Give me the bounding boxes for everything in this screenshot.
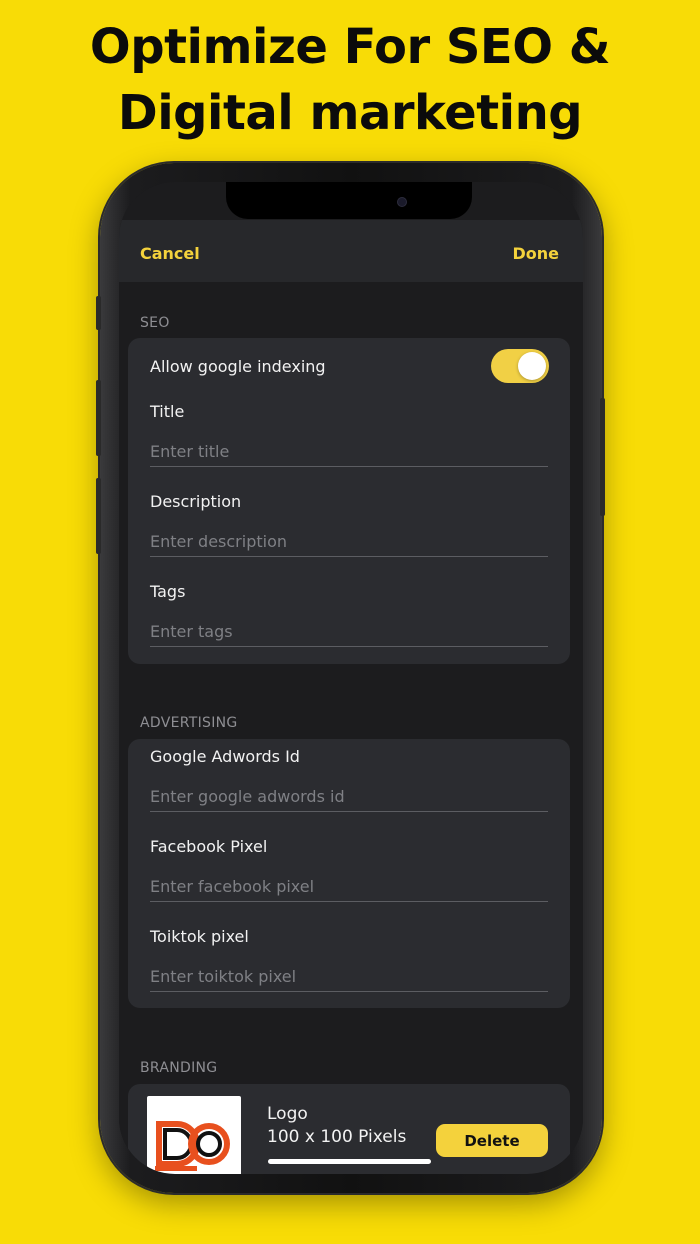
title-label: Title — [150, 402, 185, 421]
google-indexing-toggle[interactable] — [491, 349, 549, 383]
tags-input[interactable] — [150, 617, 548, 647]
headline-line-2: Digital marketing — [117, 85, 583, 141]
do-logo-icon — [155, 1121, 230, 1171]
phone-action-button — [96, 296, 101, 330]
advertising-group: Google Adwords Id Facebook Pixel Toiktok… — [128, 739, 570, 1008]
facebook-pixel-input[interactable] — [150, 872, 548, 902]
phone-volume-up-button — [96, 380, 101, 456]
seo-section-header: SEO — [140, 315, 170, 331]
phone-screen: Cancel Done SEO Allow google indexing Ti… — [119, 182, 583, 1174]
toggle-knob — [518, 352, 546, 380]
tiktok-pixel-input[interactable] — [150, 962, 548, 992]
title-input[interactable] — [150, 437, 548, 467]
cancel-button[interactable]: Cancel — [140, 244, 200, 263]
adwords-label: Google Adwords Id — [150, 747, 300, 766]
front-camera-icon — [398, 198, 406, 206]
navigation-bar: Cancel Done — [119, 220, 583, 282]
logo-size-text: 100 x 100 Pixels — [267, 1127, 407, 1147]
branding-section-header: BRANDING — [140, 1060, 218, 1076]
settings-form: SEO Allow google indexing Title Descript… — [119, 282, 583, 1174]
phone-notch — [226, 182, 472, 219]
home-indicator[interactable] — [268, 1159, 431, 1164]
delete-logo-button[interactable]: Delete — [436, 1124, 548, 1157]
tiktok-pixel-label: Toiktok pixel — [150, 927, 249, 946]
phone-power-button — [600, 398, 605, 516]
phone-volume-down-button — [96, 478, 101, 554]
headline-line-1: Optimize For SEO & — [89, 19, 611, 75]
logo-image[interactable] — [147, 1096, 241, 1174]
facebook-pixel-label: Facebook Pixel — [150, 837, 268, 856]
google-indexing-label: Allow google indexing — [150, 357, 326, 376]
advertising-section-header: ADVERTISING — [140, 715, 238, 731]
description-label: Description — [150, 492, 242, 511]
promo-headline: Optimize For SEO & Digital marketing — [0, 14, 700, 146]
logo-title: Logo — [267, 1104, 308, 1124]
tags-label: Tags — [150, 582, 186, 601]
adwords-input[interactable] — [150, 782, 548, 812]
description-input[interactable] — [150, 527, 548, 557]
seo-group: Allow google indexing Title Description … — [128, 338, 570, 664]
done-button[interactable]: Done — [512, 244, 559, 263]
